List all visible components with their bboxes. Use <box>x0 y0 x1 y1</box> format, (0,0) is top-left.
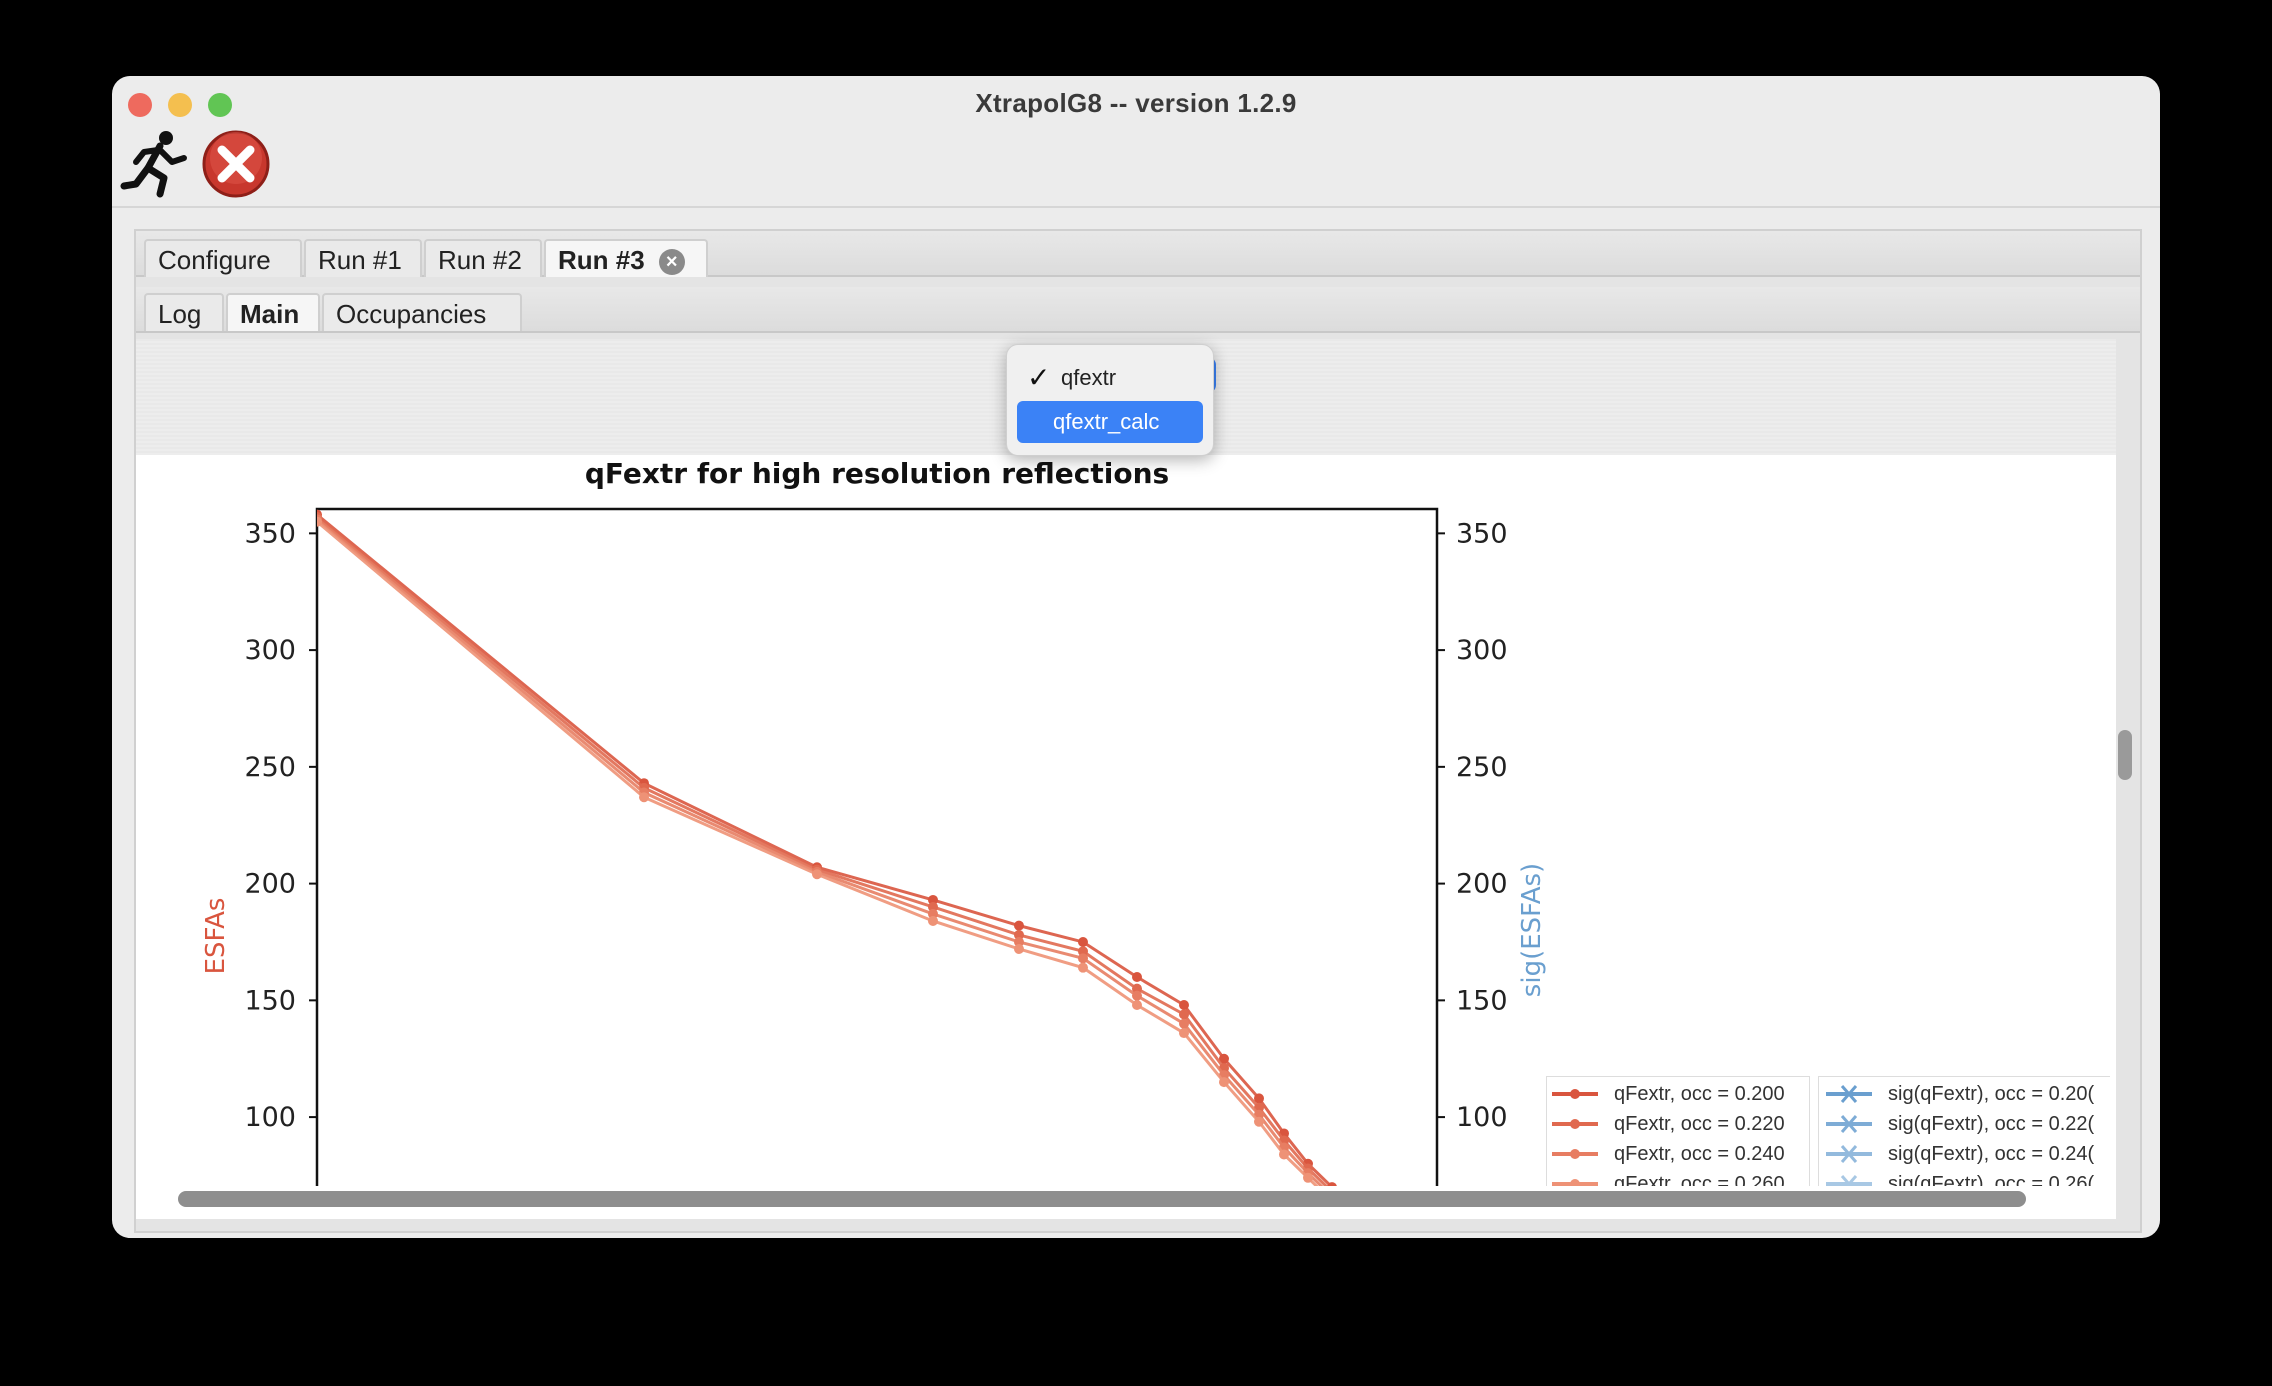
y-tick-label: 100 <box>244 1102 296 1133</box>
y-axis-label-right: sig(ESFAs) <box>1517 863 1547 997</box>
y-axis-label: ESFAs <box>201 898 231 975</box>
toolbar-separator <box>112 206 2160 208</box>
series-line <box>317 520 1319 1186</box>
tab-configure[interactable]: Configure <box>144 239 302 277</box>
tab-label: Run #2 <box>438 245 522 275</box>
legend-swatch <box>1826 1115 1872 1133</box>
red-x-circle-icon <box>202 130 270 198</box>
legend-swatch <box>1552 1179 1598 1186</box>
menu-item-label: qfextr_calc <box>1053 409 1160 434</box>
menu-item-qfextr-calc[interactable]: qfextr_calc <box>1017 401 1203 443</box>
data-point <box>1179 1009 1189 1020</box>
tab-label: Log <box>158 299 202 329</box>
tab-run-2[interactable]: Run #2 <box>424 239 542 277</box>
data-point <box>1179 1000 1189 1011</box>
y-tick-label: 250 <box>244 752 296 783</box>
series-line <box>317 513 1333 1186</box>
data-point <box>1078 936 1088 947</box>
plot-frame <box>315 507 1439 1186</box>
run-tab-strip: Configure Run #1 Run #2 Run #3 × <box>136 231 2140 277</box>
window-title: XtrapolG8 -- version 1.2.9 <box>975 88 1297 118</box>
y-tick-label-right: 100 <box>1456 1102 1508 1133</box>
data-point <box>639 792 649 803</box>
data-point <box>1132 990 1142 1001</box>
legend-label: sig(qFextr), occ = 0.24( <box>1888 1143 2095 1165</box>
sub-tab-strip: Log Main Occupancies <box>136 287 2140 333</box>
data-point <box>1179 1018 1189 1029</box>
data-point <box>1132 972 1142 982</box>
legend-label: sig(qFextr), occ = 0.22( <box>1888 1113 2095 1135</box>
close-tab-icon[interactable]: × <box>658 249 685 276</box>
legend-swatch <box>1552 1119 1598 1129</box>
legend-swatch <box>1826 1145 1872 1163</box>
data-point <box>1078 962 1088 973</box>
tab-run-3[interactable]: Run #3 × <box>544 239 708 277</box>
y-tick-label: 350 <box>244 518 296 549</box>
legend-label: qFextr, occ = 0.240 <box>1614 1143 1785 1165</box>
y-tick-label: 150 <box>244 985 296 1016</box>
y-tick-label-right: 350 <box>1456 518 1508 549</box>
chart-legend: qFextr, occ = 0.200 qFextr, occ = 0.220 qF… <box>1546 1076 2110 1186</box>
tab-label: Main <box>240 299 300 329</box>
y-axis-ticks: 350 300 250 200 150 100 <box>244 518 317 1133</box>
legend-swatch <box>1552 1149 1598 1159</box>
data-point <box>1179 1028 1189 1039</box>
y-tick-label: 300 <box>244 635 296 666</box>
data-point <box>1014 920 1024 931</box>
title-bar: XtrapolG8 -- version 1.2.9 <box>112 76 2160 134</box>
y-tick-label-right: 250 <box>1456 752 1508 783</box>
legend-label: qFextr, occ = 0.200 <box>1614 1083 1785 1105</box>
run-button[interactable] <box>120 128 192 200</box>
data-point <box>1303 1172 1313 1183</box>
data-point <box>928 915 938 926</box>
data-point <box>1279 1149 1289 1160</box>
chart-title: qFextr for high resolution reflections <box>585 457 1169 490</box>
tab-main[interactable]: Main <box>226 293 320 331</box>
legend-swatch <box>1826 1175 1872 1186</box>
stop-button[interactable] <box>200 128 272 200</box>
tab-label: Run #3 <box>558 245 645 275</box>
y-tick-label-right: 200 <box>1456 869 1508 900</box>
series-layer <box>317 509 1337 1186</box>
data-point <box>317 516 322 527</box>
data-point <box>1014 943 1024 954</box>
vertical-scrollbar-thumb[interactable] <box>2118 730 2132 780</box>
legend-label: qFextr, occ = 0.220 <box>1614 1113 1785 1135</box>
tab-run-1[interactable]: Run #1 <box>304 239 422 277</box>
tab-log[interactable]: Log <box>144 293 224 331</box>
plot-type-menu: ✓ qfextr qfextr_calc <box>1006 344 1214 456</box>
tab-label: Occupancies <box>336 299 487 329</box>
menu-item-label: qfextr <box>1061 365 1117 390</box>
data-point <box>1219 1077 1229 1088</box>
tab-label: Run #1 <box>318 245 402 275</box>
series-line <box>317 518 1324 1186</box>
data-point <box>1132 1000 1142 1011</box>
tab-occupancies[interactable]: Occupancies <box>322 293 522 331</box>
series-line <box>317 515 1329 1186</box>
menu-item-qfextr[interactable]: ✓ qfextr <box>1017 357 1203 399</box>
legend-swatch <box>1552 1089 1598 1099</box>
y-tick-label-right: 300 <box>1456 635 1508 666</box>
running-person-icon <box>120 131 187 198</box>
checkmark-icon: ✓ <box>1027 362 1051 393</box>
data-point <box>1254 1116 1264 1127</box>
legend-label: sig(qFextr), occ = 0.20( <box>1888 1083 2095 1105</box>
tab-label: Configure <box>158 245 271 275</box>
data-point <box>812 869 822 880</box>
y-tick-label-right: 150 <box>1456 985 1508 1016</box>
y-axis-ticks-right: 350 300 250 200 150 100 <box>1437 518 1508 1133</box>
data-point <box>1078 953 1088 964</box>
horizontal-scrollbar-thumb[interactable] <box>178 1191 2026 1207</box>
legend-label: qFextr, occ = 0.260 <box>1614 1173 1785 1186</box>
legend-swatch <box>1826 1085 1872 1103</box>
legend-label: sig(qFextr), occ = 0.26( <box>1888 1173 2095 1186</box>
y-tick-label: 200 <box>244 869 296 900</box>
